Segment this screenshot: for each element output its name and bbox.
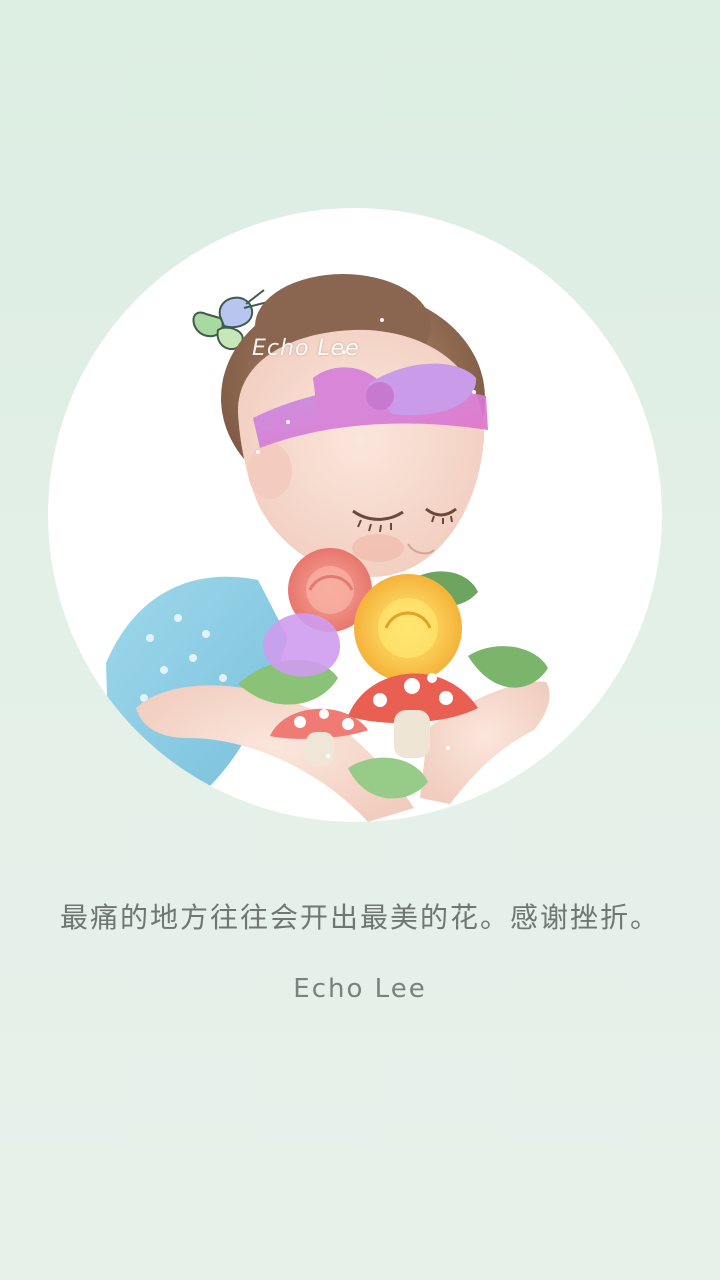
artwork-circle: Echo Lee <box>48 208 662 822</box>
artwork-watermark: Echo Lee <box>252 336 360 361</box>
quote-text: 最痛的地方往往会开出最美的花。感谢挫折。 <box>59 901 660 934</box>
author-name: Echo Lee <box>293 974 427 1004</box>
girl-with-flowers-illustration <box>106 274 550 822</box>
